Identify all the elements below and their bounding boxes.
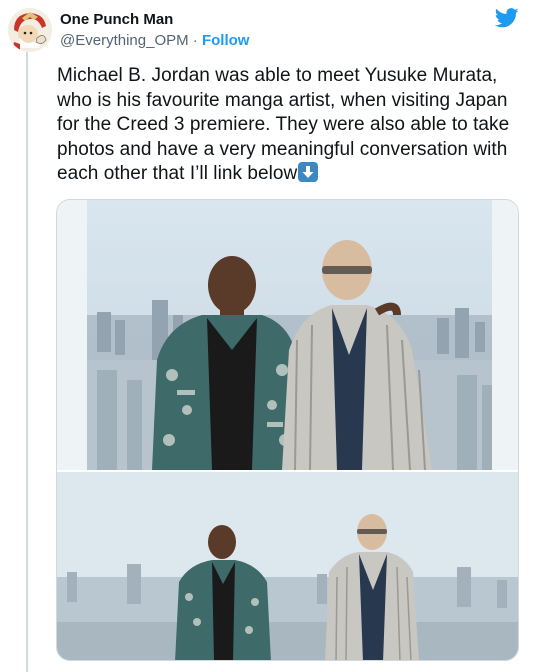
follow-button[interactable]: Follow	[202, 32, 250, 49]
onepunch-avatar-icon	[8, 8, 52, 52]
down-arrow-emoji	[298, 162, 319, 182]
tweet-body: Michael B. Jordan was able to meet Yusuk…	[57, 65, 510, 184]
display-name[interactable]: One Punch Man	[60, 11, 249, 29]
avatar[interactable]	[8, 8, 52, 52]
tweet-header: One Punch Man @Everything_OPM · Follow	[8, 8, 525, 52]
twitter-bird-icon[interactable]	[495, 8, 519, 28]
photo-2[interactable]	[57, 472, 518, 660]
photo-1[interactable]	[57, 200, 518, 470]
media-grid	[56, 199, 519, 661]
separator: ·	[188, 32, 202, 49]
tweet-text: Michael B. Jordan was able to meet Yusuk…	[57, 64, 517, 187]
handle[interactable]: @Everything_OPM	[60, 32, 189, 49]
thread-line	[26, 52, 28, 672]
handle-row: @Everything_OPM · Follow	[60, 30, 249, 52]
